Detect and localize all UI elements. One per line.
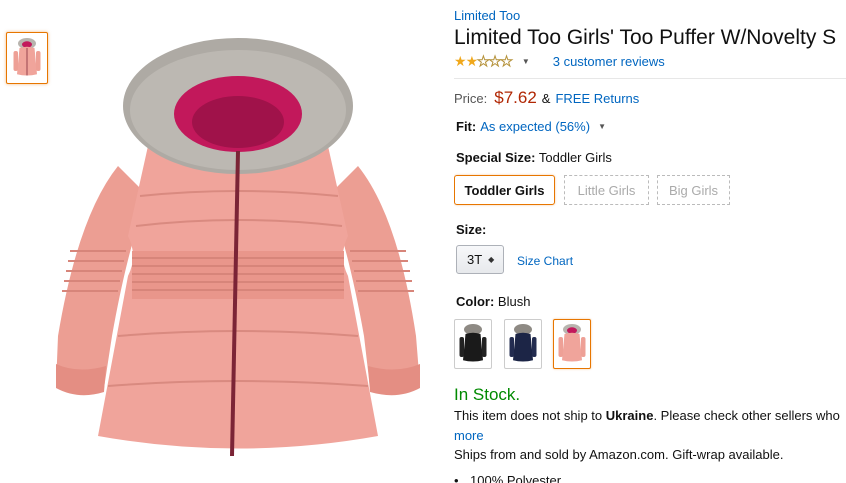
main-product-image[interactable] (48, 36, 428, 476)
price-row: Price: $7.62 & FREE Returns (454, 88, 639, 108)
star-icon: ★ (477, 53, 490, 69)
shipping-country: Ukraine (605, 408, 654, 423)
star-rating[interactable]: ★★★★★ (454, 53, 513, 69)
size-dropdown[interactable]: 3T ◆ (456, 245, 504, 274)
special-size-label: Special Size: (456, 150, 536, 165)
color-value: Blush (497, 294, 531, 309)
special-size-option-big-girls[interactable]: Big Girls (657, 175, 730, 205)
color-swatch-black[interactable] (454, 319, 492, 369)
star-icon: ★ (488, 53, 501, 69)
price-amp: & (541, 91, 551, 106)
special-size-row: Special Size: Toddler Girls (456, 150, 612, 165)
price-label: Price: (454, 91, 488, 106)
color-swatch-navy[interactable] (504, 319, 542, 369)
shipping-note-suffix: . Please check other sellers who (653, 408, 840, 423)
thumbnail-image[interactable] (6, 32, 48, 84)
caret-down-icon[interactable]: ▼ (598, 122, 606, 131)
size-label: Size: (456, 222, 487, 237)
fit-row: Fit: As expected (56%) ▼ (456, 119, 606, 134)
shipping-note: This item does not ship to Ukraine. Plea… (454, 408, 840, 423)
feature-bullet-text: 100% Polyester (470, 473, 562, 483)
shipping-note-prefix: This item does not ship to (454, 408, 606, 423)
updown-caret-icon: ◆ (488, 255, 495, 264)
size-chart-link[interactable]: Size Chart (517, 254, 573, 268)
size-selected-value: 3T (467, 252, 483, 267)
stock-status: In Stock. (454, 385, 521, 404)
star-icon: ★ (465, 53, 479, 69)
price-value: $7.62 (494, 88, 537, 107)
more-link[interactable]: more (454, 428, 484, 443)
ships-from-text: Ships from and sold by Amazon.com. Gift-… (454, 447, 784, 462)
product-title: Limited Too Girls' Too Puffer W/Novelty … (454, 26, 837, 49)
fit-value-link[interactable]: As expected (56%) (480, 119, 590, 134)
star-icon: ★ (500, 53, 513, 69)
special-size-value: Toddler Girls (538, 150, 612, 165)
special-size-option-little-girls[interactable]: Little Girls (564, 175, 649, 205)
star-icon: ★ (454, 53, 467, 69)
rating-row: ★★★★★ ▼ 3 customer reviews (454, 53, 665, 69)
caret-down-icon[interactable]: ▼ (522, 57, 530, 66)
brand-link[interactable]: Limited Too (454, 8, 520, 23)
free-returns-link[interactable]: FREE Returns (555, 91, 639, 106)
customer-reviews-link[interactable]: 3 customer reviews (553, 54, 665, 69)
color-swatch-blush[interactable] (553, 319, 591, 369)
color-row: Color: Blush (456, 294, 530, 309)
bullet-icon: • (454, 473, 459, 483)
divider (454, 78, 846, 79)
fit-label: Fit: (456, 119, 477, 134)
color-label: Color: (456, 294, 495, 309)
special-size-option-toddler-girls[interactable]: Toddler Girls (454, 175, 555, 205)
feature-bullet: • 100% Polyester (454, 473, 561, 483)
product-details: Limited Too Limited Too Girls' Too Puffe… (454, 0, 846, 483)
